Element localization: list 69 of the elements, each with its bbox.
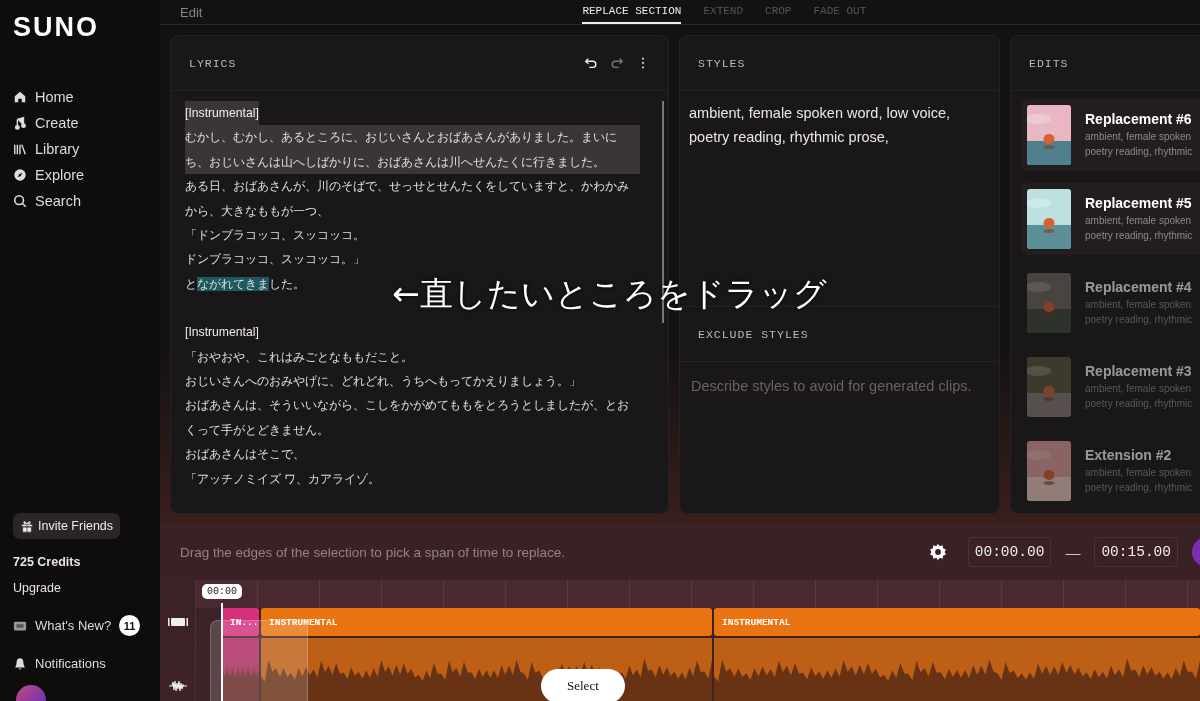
tab[interactable]: REPLACE SECTION: [582, 0, 682, 24]
settings-icon[interactable]: [927, 542, 948, 562]
upgrade-link[interactable]: Upgrade: [13, 581, 61, 595]
notifications-link[interactable]: Notifications: [13, 656, 106, 671]
nav-item[interactable]: Explore: [13, 167, 85, 183]
panel-title: EDITS: [1029, 56, 1069, 70]
lyric-line: ドンブラコッコ、スッコッコ。」: [185, 251, 365, 269]
panel-title: LYRICS: [189, 56, 237, 70]
styles-field[interactable]: ambient, female spoken word, low voice, poetry reading, rhythmic prose,: [680, 91, 999, 261]
edit-title: Extension #2: [1085, 447, 1173, 463]
edit-styles: poetry reading, rhythmic: [1085, 398, 1193, 409]
lyric-line: おばあさんは、そういいながら、こしをかがめてももをとろうとしましたが、とおくって手がとどきません。: [185, 397, 630, 439]
start-time-field[interactable]: 00:00.00: [967, 537, 1052, 567]
waveform-icon: [167, 680, 188, 692]
end-time-field[interactable]: 00:15.00: [1094, 537, 1178, 567]
nav-item[interactable]: Home: [13, 89, 74, 105]
edit-styles: poetry reading, rhythmic: [1085, 482, 1193, 493]
edit-title: Replacement #4: [1085, 279, 1193, 295]
lyric-line: おじいさんへのおみやげに、どれどれ、うちへもってかえりましょう。」: [185, 373, 581, 391]
range-dash: —: [1065, 543, 1081, 561]
edit-back-link[interactable]: Edit: [180, 4, 203, 20]
lyric-line: 「ドンブラコッコ、スッコッコ。: [185, 227, 365, 245]
search-icon: [13, 194, 27, 208]
whats-new-link[interactable]: What's New? 11: [13, 615, 141, 636]
music-note-icon: [13, 116, 27, 130]
section-block[interactable]: IN...: [222, 608, 259, 636]
nav-item[interactable]: Library: [13, 141, 80, 157]
edit-styles: poetry reading, rhythmic: [1085, 314, 1193, 325]
lyric-line: [Instrumental]: [185, 324, 259, 342]
nav-item[interactable]: Create: [13, 115, 79, 131]
edit-title: Replacement #3: [1085, 363, 1193, 379]
edit-item[interactable]: Replacement #6 ambient, female spoken poetry reading, rhythmic: [1021, 99, 1200, 171]
edit-styles: poetry reading, rhythmic: [1085, 146, 1193, 157]
lyric-line: おばあさんはそこで、: [185, 446, 305, 464]
nav-item[interactable]: Search: [13, 193, 81, 209]
playhead-time: 00:00: [202, 584, 242, 599]
instruction-text: Drag the edges of the selection to pick a span of time to replace.: [180, 544, 565, 560]
bell-icon: [13, 656, 27, 671]
count-badge: 11: [119, 615, 141, 636]
invite-friends-button[interactable]: Invite Friends: [13, 513, 121, 539]
compass-icon: [13, 168, 27, 182]
home-icon: [13, 90, 27, 104]
edit-styles: ambient, female spoken: [1085, 383, 1193, 394]
panel-title: EXCLUDE STYLES: [698, 327, 809, 341]
edit-item[interactable]: Replacement #4 ambient, female spoken poetry reading, rhythmic: [1021, 267, 1200, 339]
gift-icon: [20, 519, 34, 533]
annotation-caption: ←直したいところをドラッグ: [392, 273, 827, 315]
edit-styles: ambient, female spoken: [1085, 299, 1193, 310]
select-button[interactable]: Select: [541, 669, 625, 701]
edit-styles: poetry reading, rhythmic: [1085, 230, 1193, 241]
edit-styles: ambient, female spoken: [1085, 467, 1193, 478]
lyric-line: 「おやおや、これはみごとなももだこと。: [185, 348, 413, 366]
edit-title: Replacement #6: [1085, 111, 1193, 127]
edit-title: Replacement #5: [1085, 195, 1193, 211]
edit-item[interactable]: Replacement #3 ambient, female spoken poetry reading, rhythmic: [1021, 351, 1200, 423]
edit-item[interactable]: Replacement #5 ambient, female spoken poetry reading, rhythmic: [1021, 183, 1200, 255]
library-icon: [13, 142, 27, 156]
panel-title: STYLES: [698, 56, 746, 70]
scrollbar[interactable]: [662, 101, 664, 323]
logo[interactable]: SUNO: [13, 12, 99, 43]
credits-count: 725 Credits: [13, 555, 81, 569]
track-icon: [167, 616, 188, 628]
undo-icon[interactable]: [584, 56, 598, 70]
edit-item[interactable]: Extension #2 ambient, female spoken poetry reading, rhythmic: [1021, 435, 1200, 507]
lyric-line: 「アッチノミイズ ワ、カアライゾ。: [185, 470, 381, 488]
exclude-styles-field[interactable]: Describe styles to avoid for generated clips.: [689, 372, 990, 436]
lyric-line: ある日、おばあさんが、川のそばで、せっせとせんたくをしていますと、かわかみから、大きなももが一つ、: [185, 178, 630, 220]
edit-styles: ambient, female spoken: [1085, 215, 1193, 226]
edit-styles: ambient, female spoken: [1085, 131, 1193, 142]
